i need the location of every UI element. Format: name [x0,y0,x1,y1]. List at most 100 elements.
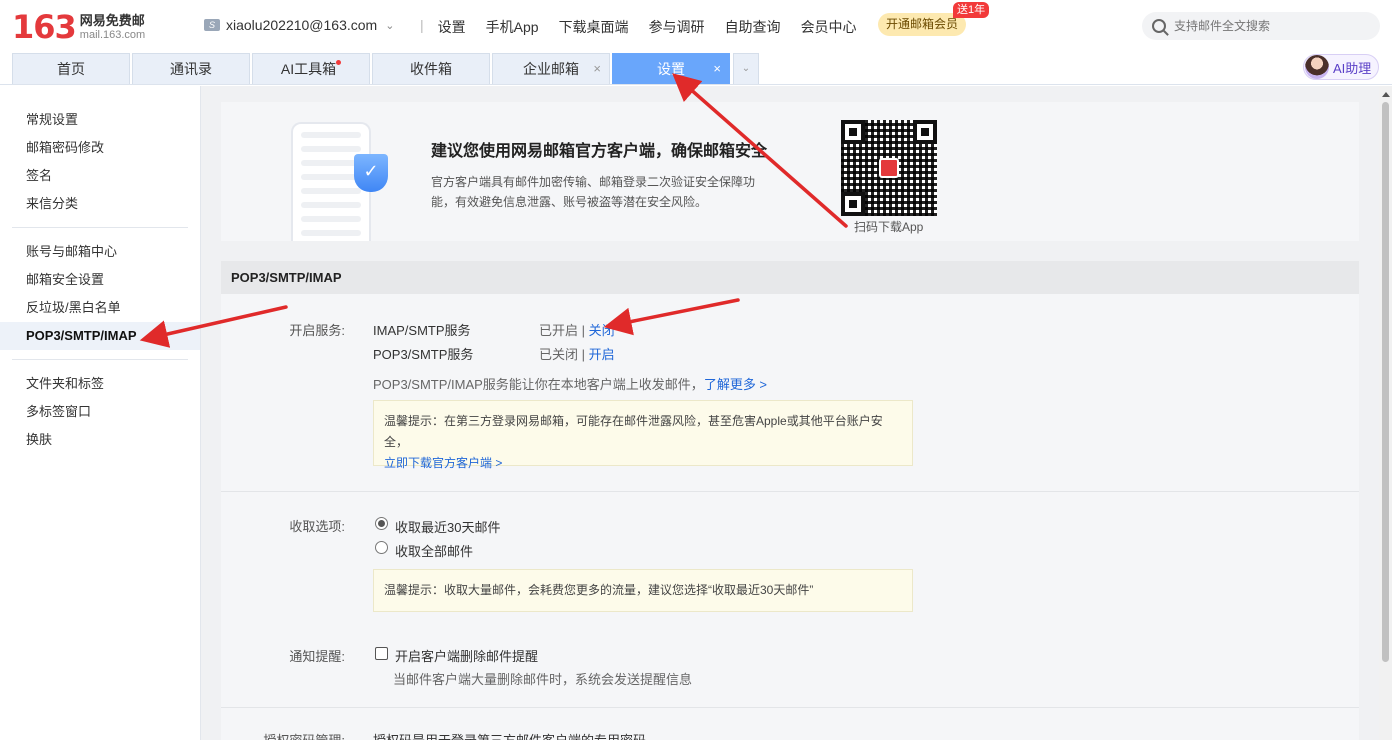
logo-number: 163 [12,8,77,46]
sidebar-item-password[interactable]: 邮箱密码修改 [0,134,200,162]
radio-all-mail-label[interactable]: 收取全部邮件 [395,541,473,560]
tab-enterprise-mail[interactable]: 企业邮箱 × [492,53,610,84]
tab-home[interactable]: 首页 [12,53,130,84]
service-description: POP3/SMTP/IMAP服务能让你在本地客户端上收发邮件，了解更多 > [373,374,767,393]
nav-survey[interactable]: 参与调研 [649,17,705,37]
receive-label: 收取选项: [289,519,345,534]
sidebar-item-general[interactable]: 常规设置 [0,106,200,134]
tab-label: 设置 [657,61,685,77]
qr-code [841,120,937,216]
auth-description: 授权码是用于登录第三方邮件客户端的专用密码 [373,730,646,740]
vip-promo-badge: 送1年 [953,2,990,18]
close-icon[interactable]: × [593,54,601,84]
search-box[interactable] [1142,12,1380,40]
sidebar-item-skin[interactable]: 换肤 [0,426,200,454]
account-email: xiaolu202210@163.com [226,17,378,33]
tab-label: AI工具箱 [280,61,337,77]
banner-description: 官方客户端具有邮件加密传输、邮箱登录二次验证安全保障功能，有效避免信息泄露、账号… [431,175,756,209]
notify-label: 通知提醒: [289,649,345,664]
qr-label: 扫码下载App [854,220,924,234]
delete-reminder-checkbox[interactable] [375,647,388,660]
tab-bar: 首页 通讯录 AI工具箱 收件箱 企业邮箱 × 设置 × [0,52,1392,85]
radio-recent-30-days[interactable] [375,517,388,530]
pop3-settings-panel: 开启服务: IMAP/SMTP服务 已开启 | 关闭 POP3/SMTP服务 已… [221,294,1359,740]
tab-contacts[interactable]: 通讯录 [132,53,250,84]
settings-main: ✓ 建议您使用网易邮箱官方客户端，确保邮箱安全 官方客户端具有邮件加密传输、邮箱… [201,86,1379,740]
traffic-tip: 温馨提示：收取大量邮件，会耗费您更多的流量，建议您选择“收取最近30天邮件” [373,569,913,612]
security-tip-text: 温馨提示：在第三方登录网易邮箱，可能存在邮件泄露风险，甚至危害Apple或其他平… [384,414,883,449]
nav-desktop-download[interactable]: 下载桌面端 [559,17,629,37]
close-icon[interactable]: × [713,54,721,84]
tab-label: 通讯录 [170,61,212,77]
section-title: POP3/SMTP/IMAP [221,261,1359,294]
sidebar-item-antispam[interactable]: 反垃圾/黑白名单 [0,294,200,322]
settings-sidebar: 常规设置 邮箱密码修改 签名 来信分类 账号与邮箱中心 邮箱安全设置 反垃圾/黑… [0,86,201,740]
sidebar-item-folders-labels[interactable]: 文件夹和标签 [0,370,200,398]
sidebar-item-security[interactable]: 邮箱安全设置 [0,266,200,294]
imap-close-link[interactable]: 关闭 [589,323,615,338]
client-promo-banner: ✓ 建议您使用网易邮箱官方客户端，确保邮箱安全 官方客户端具有邮件加密传输、邮箱… [221,102,1359,241]
chevron-down-icon: ⌄ [385,19,395,32]
shield-check-icon: ✓ [354,154,388,192]
delete-reminder-label[interactable]: 开启客户端删除邮件提醒 [395,646,538,665]
traffic-tip-text: 温馨提示：收取大量邮件，会耗费您更多的流量，建议您选择“收取最近30天邮件” [384,583,814,597]
download-client-link[interactable]: 立即下载官方客户端 > [384,453,902,474]
nav-mobile-app[interactable]: 手机App [486,17,539,37]
tab-more-chevron-icon[interactable]: ⌄ [733,53,759,84]
pop3-open-link[interactable]: 开启 [589,347,615,362]
nav-self-service[interactable]: 自助查询 [725,17,781,37]
service-label: 开启服务: [289,323,345,338]
search-input[interactable] [1174,19,1364,33]
sidebar-divider [12,227,188,228]
nav-settings[interactable]: 设置 [438,17,466,37]
top-nav: | 设置 手机App 下载桌面端 参与调研 自助查询 会员中心 [410,17,877,37]
status-separator: | [578,347,589,362]
ai-avatar [1305,55,1329,79]
search-icon [1152,19,1166,33]
sidebar-item-multi-tab[interactable]: 多标签窗口 [0,398,200,426]
nav-divider: | [420,17,424,33]
tab-inbox[interactable]: 收件箱 [372,53,490,84]
status-separator: | [578,323,589,338]
ai-assistant-label: AI助理 [1333,60,1372,76]
imap-status-text: 已开启 [539,323,579,338]
pop3-status-text: 已关闭 [539,347,579,362]
sidebar-item-mail-filter[interactable]: 来信分类 [0,190,200,218]
radio-all-mail[interactable] [375,541,388,554]
page-scrollbar[interactable] [1379,86,1392,740]
pop3-service-status: 已关闭 | 开启 [539,344,615,363]
sidebar-divider [12,359,188,360]
imap-service-name: IMAP/SMTP服务 [373,323,471,338]
mail-account-icon: S [204,19,220,31]
tab-ai-toolbox[interactable]: AI工具箱 [252,53,370,84]
radio-recent-30-days-label[interactable]: 收取最近30天邮件 [395,517,500,536]
ai-assistant-button[interactable]: AI助理 [1303,54,1379,80]
nav-member-center[interactable]: 会员中心 [801,17,857,37]
logo[interactable]: 163 网易免费邮 mail.163.com [12,10,145,44]
top-header: 163 网易免费邮 mail.163.com S xiaolu202210@16… [0,0,1392,52]
delete-reminder-desc: 当邮件客户端大量删除邮件时，系统会发送提醒信息 [393,672,693,687]
section-divider [221,707,1359,708]
tab-label: 收件箱 [410,61,452,77]
tab-settings[interactable]: 设置 × [612,53,730,84]
sidebar-item-account-center[interactable]: 账号与邮箱中心 [0,238,200,266]
logo-title: 网易免费邮 [79,13,145,28]
banner-title: 建议您使用网易邮箱官方客户端，确保邮箱安全 [431,143,768,160]
logo-domain: mail.163.com [79,29,146,41]
service-desc-text: POP3/SMTP/IMAP服务能让你在本地客户端上收发邮件， [373,377,704,392]
scroll-thumb[interactable] [1382,102,1389,662]
learn-more-link[interactable]: 了解更多 > [704,377,767,392]
account-switcher[interactable]: S xiaolu202210@163.com ⌄ [204,17,394,33]
app-logo-icon [879,158,899,178]
sidebar-item-pop3-smtp-imap[interactable]: POP3/SMTP/IMAP [0,322,200,350]
imap-service-status: 已开启 | 关闭 [539,320,615,339]
scroll-up-icon[interactable] [1382,92,1390,97]
auth-label: 授权密码管理: [263,730,345,740]
sidebar-item-signature[interactable]: 签名 [0,162,200,190]
tab-label: 企业邮箱 [523,61,579,77]
tab-label: 首页 [57,61,85,77]
section-divider [221,491,1359,492]
security-tip: 温馨提示：在第三方登录网易邮箱，可能存在邮件泄露风险，甚至危害Apple或其他平… [373,400,913,470]
notification-dot [336,60,342,65]
pop3-service-name: POP3/SMTP服务 [373,347,474,362]
